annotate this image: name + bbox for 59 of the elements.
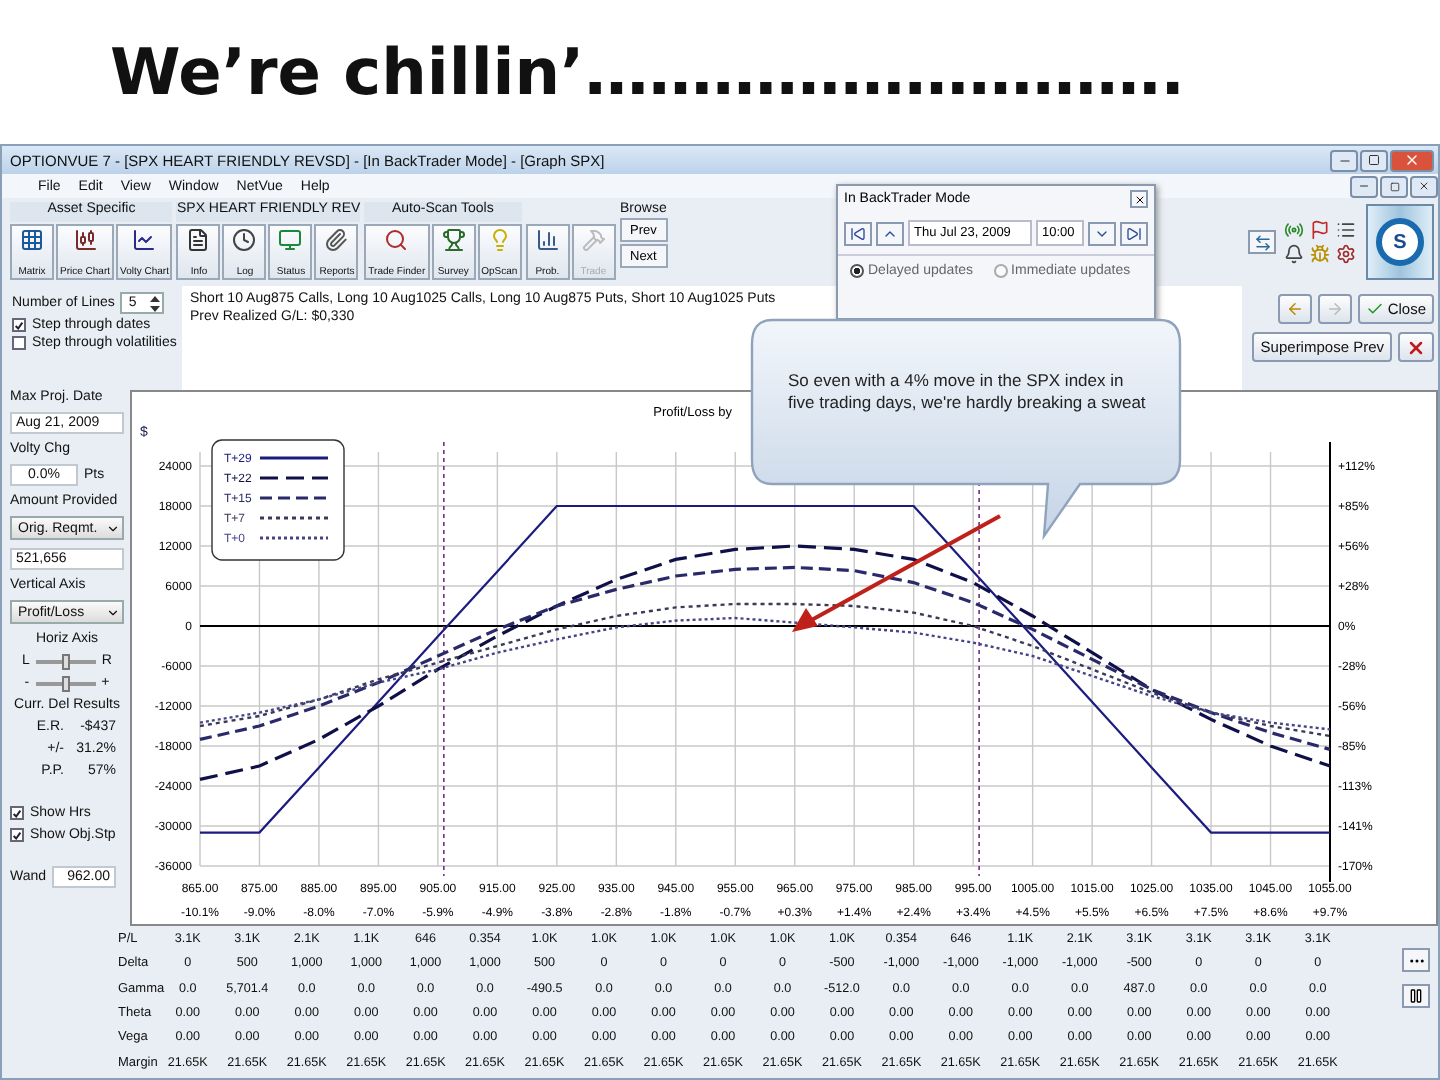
list-icon[interactable]: [1336, 220, 1356, 240]
clock-icon: [232, 228, 257, 252]
slider-thumb[interactable]: [61, 653, 70, 669]
slider-thumb[interactable]: [61, 675, 70, 691]
close-icon: [1404, 152, 1420, 168]
lightbulb-icon: [487, 228, 512, 252]
minimize-icon: [1358, 180, 1370, 192]
legend-box: [211, 439, 345, 561]
antenna-icon[interactable]: [1284, 220, 1304, 240]
close-icon: [1133, 193, 1145, 205]
check-icon: [14, 319, 24, 331]
step-back-button[interactable]: [844, 221, 872, 245]
hammer-icon: [581, 228, 606, 252]
flag-icon[interactable]: [1310, 220, 1330, 240]
close-icon: [1406, 337, 1426, 357]
radio-button[interactable]: [993, 264, 1008, 278]
arrow-right-icon: [1325, 300, 1344, 318]
maximize-icon: [1368, 154, 1380, 166]
step-forward-button[interactable]: [1120, 221, 1148, 245]
line-chart-icon: [132, 228, 157, 252]
paperclip-icon: [324, 228, 349, 252]
search-icon: [384, 228, 409, 252]
checkbox[interactable]: [12, 318, 26, 332]
bar-chart-icon: [535, 228, 560, 252]
swap-button[interactable]: [1248, 230, 1276, 254]
bell-icon[interactable]: [1284, 244, 1304, 264]
trophy-icon: [441, 228, 466, 252]
skip-back-icon: [850, 225, 866, 241]
close-button[interactable]: [1130, 190, 1148, 208]
restore-button[interactable]: [1380, 175, 1408, 197]
document-icon: [186, 228, 211, 252]
skip-forward-icon: [1126, 225, 1142, 241]
settings-icon[interactable]: [1336, 244, 1356, 264]
delete-button[interactable]: [1398, 332, 1434, 362]
back-button[interactable]: [1277, 294, 1312, 324]
pause-icon: [1408, 988, 1424, 1004]
checkbox[interactable]: [12, 336, 26, 350]
forward-button[interactable]: [1088, 221, 1116, 245]
candlestick-icon: [73, 228, 97, 252]
slide-title: We’re chillin’……………………….: [110, 34, 1185, 110]
arrow-left-icon: [1285, 300, 1304, 318]
maximize-button[interactable]: [1360, 149, 1388, 171]
back-button[interactable]: [876, 221, 904, 245]
grid-icon: [20, 228, 44, 252]
callout-text: So even with a 4% move in the SPX index in five trading days, we're hardly breaking a sweat: [788, 370, 1148, 416]
restore-icon: [1389, 181, 1399, 191]
more-button[interactable]: [1402, 948, 1430, 972]
close-icon: [1418, 180, 1430, 192]
monitor-icon: [278, 228, 303, 252]
radio-button[interactable]: [850, 264, 864, 278]
caret-icon: [106, 521, 120, 535]
pause-button[interactable]: [1402, 984, 1430, 1008]
swap-icon: [1253, 233, 1271, 251]
checkbox[interactable]: [10, 806, 24, 820]
caret-icon: [106, 605, 120, 619]
spinner-arrows-icon: [150, 295, 161, 311]
checkbox[interactable]: [10, 828, 24, 842]
logo-letter: S: [1376, 218, 1424, 266]
check-icon: [1365, 300, 1384, 318]
